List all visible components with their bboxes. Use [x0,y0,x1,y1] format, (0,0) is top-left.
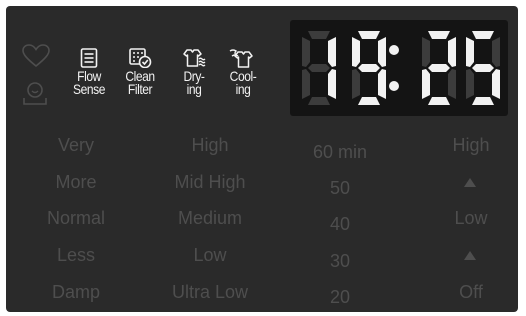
segment-f-digit-1 [302,37,310,67]
mode-label-line2: Filter [127,81,153,97]
up-arrow-icon [464,251,476,260]
time-option[interactable]: 50 [290,178,390,199]
temperature-option[interactable]: Medium [156,208,264,229]
segment-a-digit-4 [472,31,494,39]
segment-b-digit-2 [378,37,386,67]
clean-filter-icon [129,48,152,68]
mode-label-line2: Sense [72,81,105,97]
segment-g-digit-2 [358,64,380,72]
segment-d-digit-2 [358,97,380,105]
segment-a-digit-2 [358,31,380,39]
segment-e-digit-4 [466,69,474,99]
segment-a-digit-3 [428,31,450,39]
mode-label-line2: ing [186,81,202,97]
mode-cooling[interactable]: Cool- ing [221,48,265,96]
mode-label-line2: ing [235,81,251,97]
segment-f-digit-4 [466,37,474,67]
segment-d-digit-4 [472,97,494,105]
flow-sense-icon [80,48,98,68]
up-arrow-icon [464,178,476,187]
segment-f-digit-2 [352,37,360,67]
heart-icon [22,44,50,68]
level-option-low[interactable]: Low [424,208,518,229]
temperature-option[interactable]: High [156,135,264,156]
dryness-option[interactable]: Very [30,135,122,156]
drying-icon [183,49,206,67]
segment-b-digit-4 [492,37,500,67]
segment-b-digit-3 [448,37,456,67]
segment-g-digit-4 [472,64,494,72]
colon-dot [389,45,399,55]
segment-c-digit-2 [378,69,386,99]
segment-g-digit-1 [308,64,330,72]
temperature-option[interactable]: Ultra Low [156,282,264,303]
segment-b-digit-1 [328,37,336,67]
time-display [290,20,508,116]
child-lock-icon [23,82,47,105]
segment-c-digit-3 [448,69,456,99]
dryness-option[interactable]: Normal [30,208,122,229]
mode-drying[interactable]: Dry- ing [172,48,216,96]
segment-d-digit-1 [308,97,330,105]
segment-g-digit-3 [428,64,450,72]
level-option-off[interactable]: Off [424,282,518,303]
segment-d-digit-3 [428,97,450,105]
time-option[interactable]: 60 min [290,142,390,163]
dryness-option[interactable]: More [30,172,122,193]
time-option[interactable]: 40 [290,214,390,235]
dryness-option[interactable]: Damp [30,282,122,303]
cooling-icon [229,49,253,68]
segment-e-digit-2 [352,69,360,99]
time-option[interactable]: 30 [290,251,390,272]
segment-c-digit-4 [492,69,500,99]
mode-clean-filter[interactable]: Clean Filter [118,48,162,96]
segment-a-digit-1 [308,31,330,39]
temperature-option[interactable]: Mid High [156,172,264,193]
level-option-high[interactable]: High [424,135,518,156]
segment-e-digit-3 [422,69,430,99]
temperature-option[interactable]: Low [156,245,264,266]
seven-segment-readout [302,31,500,105]
segment-e-digit-1 [302,69,310,99]
colon-dot [389,81,399,91]
segment-c-digit-1 [328,69,336,99]
segment-f-digit-3 [422,37,430,67]
mode-flow-sense[interactable]: Flow Sense [67,48,111,96]
time-option[interactable]: 20 [290,287,390,308]
dryness-option[interactable]: Less [30,245,122,266]
